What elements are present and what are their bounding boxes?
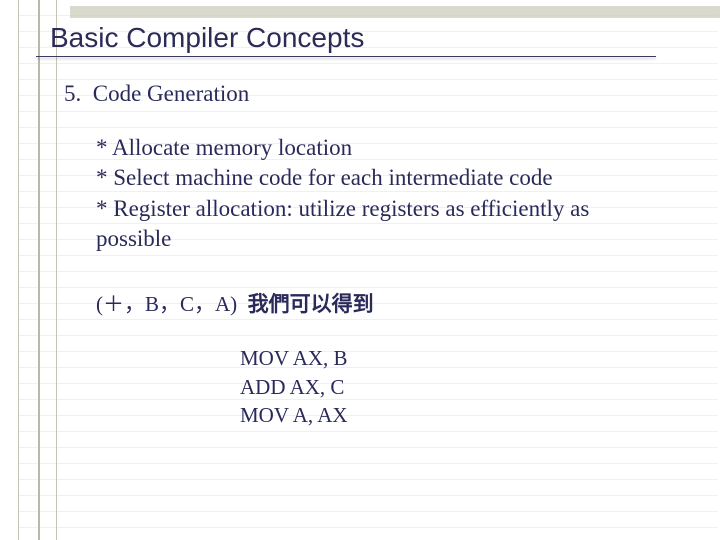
bullet-list: * Allocate memory location * Select mach… xyxy=(96,133,656,254)
asm-line: MOV AX, B xyxy=(240,344,690,372)
bullet-item: * Register allocation: utilize registers… xyxy=(96,194,656,255)
section-title: Code Generation xyxy=(93,81,249,106)
slide-title: Basic Compiler Concepts xyxy=(50,22,690,54)
example-line: (＋，B，C，A) 我們可以得到 xyxy=(96,288,690,318)
example-tuple: (＋，B，C，A) xyxy=(96,292,237,316)
asm-line: MOV A, AX xyxy=(240,401,690,429)
section-heading: 5. Code Generation xyxy=(64,81,690,107)
example-note: 我們可以得到 xyxy=(248,293,374,316)
bullet-item: * Allocate memory location xyxy=(96,133,656,163)
bullet-item: * Select machine code for each intermedi… xyxy=(96,163,656,193)
title-underline xyxy=(36,56,656,57)
assembly-block: MOV AX, B ADD AX, C MOV A, AX xyxy=(240,344,690,428)
section-number: 5. xyxy=(64,81,81,106)
asm-line: ADD AX, C xyxy=(240,373,690,401)
